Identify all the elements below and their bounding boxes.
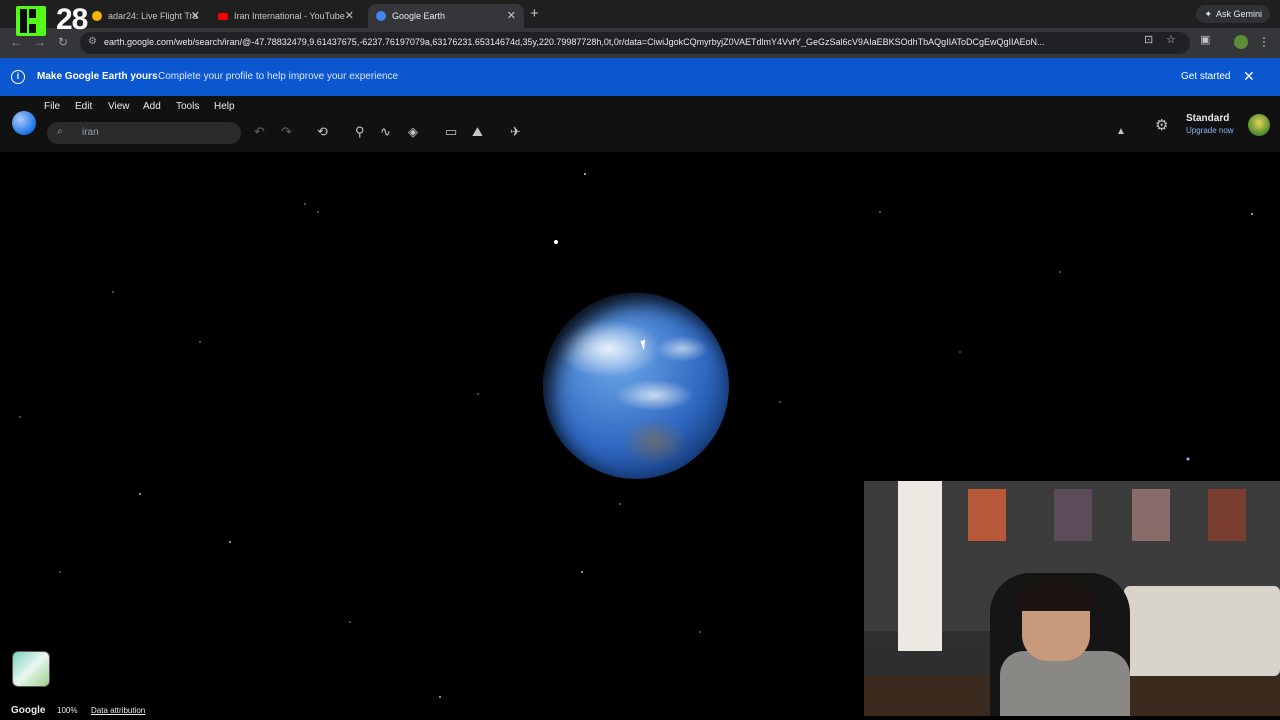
install-app-icon[interactable]: ⊡ — [1144, 33, 1153, 46]
youtube-favicon-icon — [218, 12, 228, 20]
tab-flightradar[interactable]: adar24: Live Flight Tra ✕ — [84, 4, 208, 28]
redo-icon[interactable]: ↷ — [281, 124, 292, 140]
site-info-icon[interactable]: ⚙ — [88, 36, 97, 47]
plan-name: Standard — [1186, 113, 1230, 124]
tab-label: adar24: Live Flight Tra — [108, 11, 198, 21]
screenshot-icon[interactable]: ⛰ — [472, 124, 483, 140]
search-box[interactable]: ⌕ iran — [47, 122, 241, 144]
google-earth-logo-icon[interactable] — [12, 111, 36, 135]
webcam-poster — [968, 489, 1006, 541]
banner-title: Make Google Earth yours — [37, 71, 158, 82]
history-icon[interactable]: ⟲ — [317, 124, 328, 140]
webcam-couch — [1124, 586, 1280, 676]
webcam-poster — [1132, 489, 1170, 541]
voyager-icon[interactable]: ✈ — [510, 124, 521, 140]
kick-logo-stroke — [29, 9, 36, 18]
webcam-poster — [1054, 489, 1092, 541]
data-attribution-link[interactable]: Data attribution — [91, 706, 145, 715]
address-bar[interactable]: ⚙ earth.google.com/web/search/iran/@-47.… — [80, 32, 1190, 54]
close-icon[interactable]: ✕ — [507, 9, 516, 22]
measure-icon[interactable]: ▭ — [445, 124, 457, 140]
gemini-sparkle-icon: ✦ — [1204, 8, 1212, 19]
webcam-person-hair — [1018, 577, 1094, 611]
placemark-icon[interactable]: ⚲ — [355, 124, 365, 140]
side-panel-icon[interactable]: ▣ — [1200, 33, 1210, 46]
close-icon[interactable]: ✕ — [345, 9, 354, 22]
menu-add[interactable]: Add — [143, 101, 161, 112]
avatar[interactable] — [1248, 114, 1270, 136]
layers-icon[interactable]: ◈ — [408, 124, 418, 140]
menu-tools[interactable]: Tools — [176, 101, 199, 112]
profile-banner: i Make Google Earth yours Complete your … — [0, 58, 1280, 96]
status-bar: Google 100% Data attribution — [0, 700, 864, 720]
chevron-up-icon[interactable]: ▲ — [1116, 126, 1126, 137]
ask-gemini-button[interactable]: ✦ Ask Gemini — [1196, 5, 1270, 23]
kick-logo-stroke — [29, 24, 36, 33]
upgrade-link[interactable]: Upgrade now — [1186, 126, 1234, 135]
browser-tab-strip: adar24: Live Flight Tra ✕ Iran Internati… — [0, 0, 1280, 28]
settings-gear-icon[interactable]: ⚙ — [1155, 116, 1168, 134]
search-input[interactable]: iran — [82, 127, 99, 138]
profile-icon[interactable] — [1234, 35, 1248, 49]
browser-menu-icon[interactable]: ⋮ — [1258, 35, 1270, 49]
stream-viewer-count: 28 — [56, 3, 88, 36]
earth-globe[interactable] — [543, 293, 729, 479]
ask-gemini-label: Ask Gemini — [1215, 9, 1262, 19]
map-style-thumbnail[interactable] — [12, 651, 50, 687]
menu-help[interactable]: Help — [214, 101, 235, 112]
zoom-level: 100% — [57, 706, 78, 715]
reload-icon[interactable]: ↻ — [58, 35, 68, 49]
tab-label: Google Earth — [392, 11, 446, 21]
tab-label: Iran International - YouTube — [234, 11, 345, 21]
get-started-button[interactable]: Get started — [1181, 71, 1230, 82]
webcam-poster — [1208, 489, 1246, 541]
new-tab-button[interactable]: + — [530, 5, 539, 22]
google-wordmark: Google — [11, 705, 46, 716]
earth-app-bar: File Edit View Add Tools Help ⌕ iran ↶ ↷… — [0, 96, 1280, 152]
url-text[interactable]: earth.google.com/web/search/iran/@-47.78… — [104, 37, 1134, 47]
webcam-shelf — [898, 481, 942, 651]
kick-logo — [16, 6, 46, 36]
tab-iran-international[interactable]: Iran International - YouTube ✕ — [210, 4, 362, 28]
browser-toolbar: ← → ↻ ⚙ earth.google.com/web/search/iran… — [0, 28, 1280, 58]
menu-view[interactable]: View — [108, 101, 130, 112]
draw-path-icon[interactable]: ∿ — [380, 124, 391, 140]
banner-description: Complete your profile to help improve yo… — [158, 71, 399, 82]
close-icon[interactable]: ✕ — [1243, 68, 1255, 85]
undo-icon[interactable]: ↶ — [254, 124, 265, 140]
google-earth-favicon-icon — [376, 11, 386, 21]
bookmark-star-icon[interactable]: ☆ — [1166, 33, 1176, 46]
back-icon[interactable]: ← — [10, 35, 22, 49]
tab-google-earth[interactable]: Google Earth ✕ — [368, 4, 524, 28]
menu-file[interactable]: File — [44, 101, 60, 112]
menu-edit[interactable]: Edit — [75, 101, 92, 112]
info-icon: i — [11, 70, 25, 84]
kick-logo-stroke — [20, 9, 27, 33]
forward-icon[interactable]: → — [34, 35, 46, 49]
close-icon[interactable]: ✕ — [191, 9, 200, 22]
flightradar-favicon-icon — [92, 11, 102, 21]
webcam-overlay — [864, 481, 1280, 716]
search-icon: ⌕ — [57, 126, 63, 137]
